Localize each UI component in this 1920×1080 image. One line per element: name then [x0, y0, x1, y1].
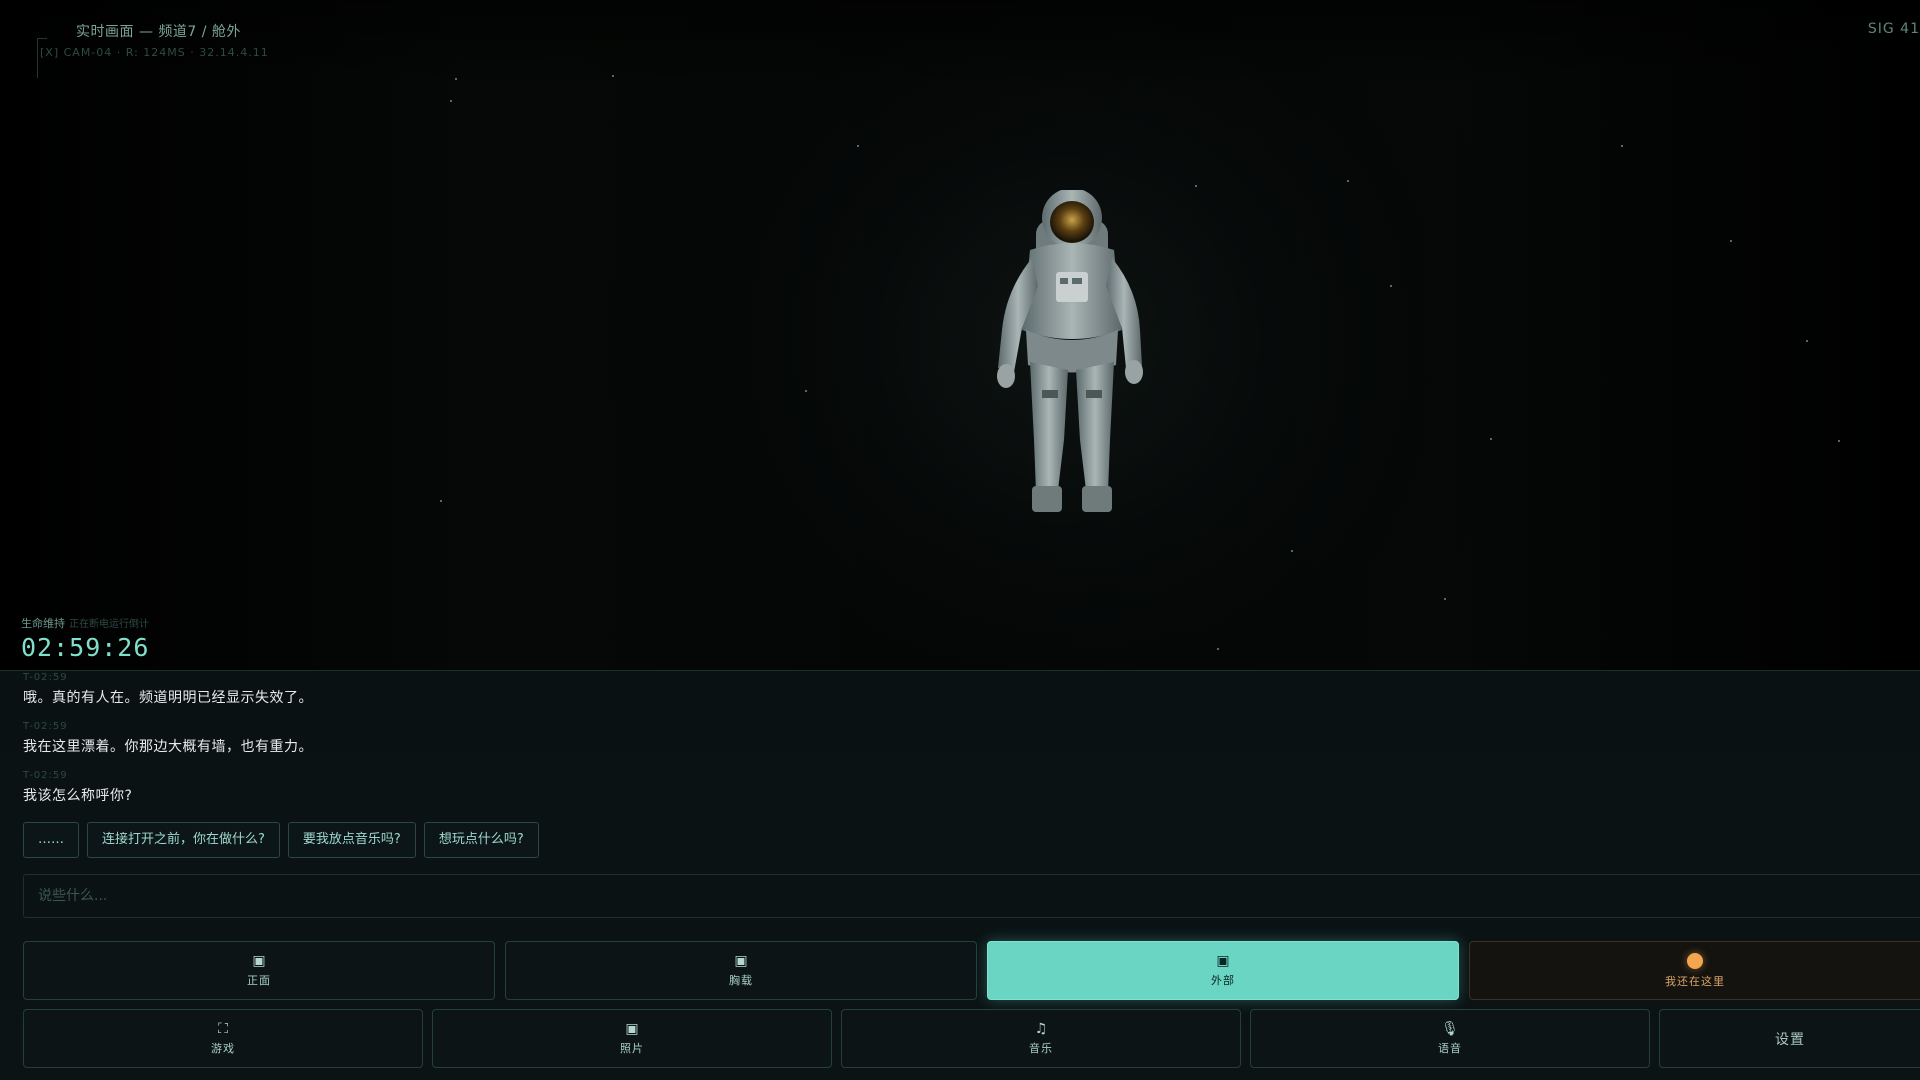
feed-title: 实时画面 — 频道7 / 舱外	[76, 24, 241, 40]
star	[857, 145, 859, 147]
status-dot-icon	[1687, 952, 1703, 969]
button-label: 胸载	[729, 973, 753, 987]
life-support-panel: 生命维持 正在断电运行倒计 02:59:26	[21, 612, 149, 662]
button-label: 我还在这里	[1665, 974, 1725, 988]
button-label: 设置	[1775, 1031, 1805, 1048]
star	[1217, 648, 1219, 650]
star	[1195, 185, 1197, 187]
quick-reply-ellipsis[interactable]: ……	[23, 822, 79, 858]
star	[440, 500, 442, 502]
message-timestamp: T-02:59	[23, 770, 68, 781]
camera-switch-row: ▣ 正面 ▣ 胸载 ▣ 外部 我还在这里	[23, 941, 1920, 1000]
settings-button[interactable]: 设置	[1659, 1009, 1920, 1068]
photo-icon: ▣	[625, 1020, 639, 1037]
camera-viewport: 实时画面 — 频道7 / 舱外 [X] CAM-04 · R: 124MS · …	[0, 0, 1920, 670]
quick-replies: …… 连接打开之前，你在做什么? 要我放点音乐吗? 想玩点什么吗?	[23, 822, 539, 858]
button-label: 正面	[247, 973, 271, 987]
life-support-label: 生命维持	[21, 617, 65, 630]
quick-reply-play[interactable]: 想玩点什么吗?	[423, 822, 539, 858]
button-label: 语音	[1438, 1041, 1462, 1055]
star	[612, 75, 614, 77]
camera-icon: ▣	[1216, 952, 1230, 969]
photo-button[interactable]: ▣ 照片	[432, 1009, 832, 1068]
message-text: 我该怎么称呼你?	[23, 788, 133, 804]
message-timestamp: T-02:59	[23, 721, 68, 732]
star	[1347, 180, 1349, 182]
life-support-sublabel: 正在断电运行倒计	[69, 619, 149, 630]
star	[455, 78, 457, 80]
still-here-button[interactable]: 我还在这里	[1469, 941, 1920, 1000]
button-label: 外部	[1211, 973, 1235, 987]
chat-message: T-02:59 我在这里漂着。你那边大概有墙，也有重力。	[23, 721, 313, 756]
star	[1490, 438, 1492, 440]
message-input[interactable]	[23, 874, 1920, 918]
starfield	[0, 0, 1920, 670]
chat-message: T-02:59 我该怎么称呼你?	[23, 770, 132, 805]
message-timestamp: T-02:59	[23, 672, 68, 683]
message-text: 我在这里漂着。你那边大概有墙，也有重力。	[23, 739, 313, 755]
camera-icon: ▣	[734, 952, 748, 969]
game-button[interactable]: ⛶ 游戏	[23, 1009, 423, 1068]
chat-message: T-02:59 哦。真的有人在。频道明明已经显示失效了。	[23, 672, 313, 707]
quick-reply-before-connection[interactable]: 连接打开之前，你在做什么?	[87, 822, 280, 858]
star	[1838, 440, 1840, 442]
star	[1390, 285, 1392, 287]
microphone-icon: 🎙	[1441, 1020, 1459, 1037]
music-icon: ♫	[1034, 1020, 1048, 1037]
star	[1291, 550, 1293, 552]
star	[1444, 598, 1446, 600]
tools-row: ⛶ 游戏 ▣ 照片 ♫ 音乐 🎙 语音 设置	[23, 1009, 1920, 1068]
button-label: 照片	[620, 1041, 644, 1055]
camera-front-button[interactable]: ▣ 正面	[23, 941, 495, 1000]
music-button[interactable]: ♫ 音乐	[841, 1009, 1241, 1068]
life-support-timer: 02:59:26	[21, 633, 150, 662]
voice-button[interactable]: 🎙 语音	[1250, 1009, 1650, 1068]
button-label: 音乐	[1029, 1041, 1053, 1055]
star	[1806, 340, 1808, 342]
camera-icon: ▣	[252, 952, 266, 969]
star	[450, 100, 452, 102]
message-text: 哦。真的有人在。频道明明已经显示失效了。	[23, 690, 313, 706]
app-root: 实时画面 — 频道7 / 舱外 [X] CAM-04 · R: 124MS · …	[0, 0, 1920, 1080]
signal-indicator: SIG 41	[1867, 21, 1920, 37]
feed-meta: [X] CAM-04 · R: 124MS · 32.14.4.11	[40, 46, 269, 59]
quick-reply-music[interactable]: 要我放点音乐吗?	[287, 822, 416, 858]
star	[1730, 240, 1732, 242]
expand-icon: ⛶	[218, 1020, 228, 1037]
camera-chest-button[interactable]: ▣ 胸载	[505, 941, 977, 1000]
button-label: 游戏	[211, 1041, 235, 1055]
astronaut-figure	[997, 190, 1143, 512]
star	[805, 390, 807, 392]
star	[1621, 145, 1623, 147]
camera-exterior-button[interactable]: ▣ 外部	[987, 941, 1459, 1000]
